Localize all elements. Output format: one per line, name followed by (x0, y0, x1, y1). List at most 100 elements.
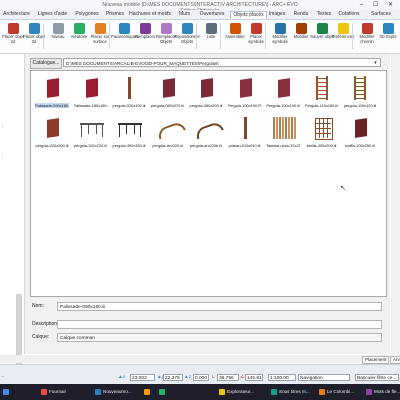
description-field[interactable] (57, 320, 382, 329)
catalog-item[interactable]: Palissade-090x180.iii (35, 75, 69, 113)
length-field[interactable]: 36.756 (217, 374, 239, 381)
catalog-item[interactable]: pergola-220x200.iii (35, 115, 69, 153)
catalog-item[interactable]: pergola-020x190.iii (112, 75, 146, 113)
catalog-thumbnail (268, 75, 298, 103)
catalog-item[interactable]: Pergola-110x190.iii (305, 75, 339, 113)
tab-hachures-et-motifs[interactable]: Hachures et motifs (127, 11, 173, 18)
tab-architecture[interactable]: Architecture (0, 11, 33, 18)
thumbnail-shape (354, 86, 366, 87)
taskbar-app-button[interactable]: Le Colombi... (318, 386, 363, 398)
catalog-path-select[interactable]: D:\MES DOCUMENTS\ARCALIB-EVO\3D-POUR_MAQ… (63, 58, 381, 67)
catalog-item-label: pergola-110x120.iii (343, 103, 377, 108)
thumbnail-shape (162, 78, 175, 98)
catalog-item[interactable]: pergola-050x070.iii (151, 75, 185, 113)
catalog-item[interactable]: pergola-arc020b.iii (189, 115, 224, 153)
catalog-item-label: Palissade-090x180.iii (35, 103, 69, 108)
left-panel-marker: : (2, 154, 4, 160)
name-field[interactable]: Palissade-090x180.iii (57, 302, 382, 311)
catalog-button[interactable]: Catalogue... (30, 58, 62, 69)
tab-prismes[interactable]: Prismes (104, 11, 126, 18)
thumbnail-shape (101, 125, 103, 137)
window-controls[interactable]: – ☐ ✕ (360, 1, 397, 8)
ribbon-button-label: 3D Explo (379, 34, 397, 39)
catalog-thumbnail (307, 115, 337, 143)
thumbnail-shape (276, 117, 278, 139)
app-icon (271, 389, 277, 395)
taskbar-app-button[interactable]: Sous titres m... (270, 386, 316, 398)
taskbar-app-button[interactable]: Mots de fle... (365, 386, 400, 398)
thumbnail-shape (126, 125, 127, 134)
place-button[interactable]: Placement (362, 356, 390, 364)
taskbar-app-button[interactable]: Nouveaumo... (94, 386, 140, 398)
reposition-icon (181, 23, 193, 34)
app-icon (319, 389, 325, 395)
app-icon (159, 389, 165, 395)
catalog-item[interactable]: Pergola-100x190-P.iii (228, 75, 262, 113)
mode-select[interactable]: Navigation (298, 374, 350, 381)
random-icon (73, 23, 85, 34)
catalog-thumbnail (76, 115, 106, 143)
taskbar-app-label: Mots de fle... (374, 389, 400, 394)
catalog-item-label: poteau-010x010.iii (228, 143, 261, 148)
catalog-path-text: D:\MES DOCUMENTS\ARCALIB-EVO\3D-POUR_MAQ… (66, 61, 219, 66)
taskbar-app-button[interactable]: Explorateur... (218, 386, 266, 398)
thumbnail-shape (194, 120, 224, 140)
thumbnail-shape (95, 125, 97, 134)
replace-objects-icon (160, 23, 172, 34)
catalog-item-label: Palissade-180x180.iii (73, 103, 108, 108)
tab-images[interactable]: Images (266, 11, 288, 18)
name-label: Nom: (32, 303, 44, 309)
explore-3d-button[interactable]: 3D Explo (375, 22, 400, 50)
catalog-item[interactable]: Pergola-100x190.iii (266, 75, 300, 113)
right-panel-strip (391, 54, 400, 354)
taskbar-app-button[interactable]: Fournail (40, 386, 90, 398)
furniture-icon (295, 23, 307, 34)
thumbnail-shape (315, 90, 328, 91)
catalog-item[interactable]: pergola-320x720.iii (74, 115, 108, 153)
catalog-item[interactable]: pergola-400x330.iii (112, 115, 146, 153)
tab-textes[interactable]: Textes (314, 11, 334, 18)
dialog-button-bar: Placement Annuler (0, 355, 400, 364)
tab-rendu[interactable]: Rendu (290, 11, 312, 18)
catalog-thumbnail-grid: Palissade-090x180.iii Palissade-180x180.i… (30, 70, 387, 297)
catalog-item[interactable]: pergola-110x120.iii (343, 75, 377, 113)
catalog-item[interactable]: treillis-200x250.iii (343, 115, 377, 153)
catalog-item[interactable]: poteau-010x010.iii (228, 115, 262, 153)
windows-start-icon[interactable] (2, 386, 12, 398)
filter-select[interactable]: Basculer filtre ce... (355, 374, 399, 381)
ribbon-separator (43, 23, 44, 49)
cancel-button[interactable]: Annuler (390, 356, 400, 364)
name-row: Nom: Palissade-090x180.iii (30, 302, 385, 311)
catalog-item[interactable]: Palissade-180x180.iii (74, 75, 108, 113)
taskbar-app-button[interactable] (158, 386, 171, 398)
layer-row: Calque: Calque commun (30, 333, 385, 342)
ribbon-separator (109, 23, 110, 49)
catalog-item[interactable]: pergola-080x200.iii (189, 75, 223, 113)
tab-ouvertures[interactable]: Ouvertures (196, 11, 228, 18)
tab-objets-plac-s[interactable]: Objets placés (230, 11, 267, 19)
taskbar-app-button[interactable] (143, 386, 156, 398)
ribbon-separator (220, 23, 221, 49)
catalog-item[interactable]: treillis-200x200.iii (305, 115, 339, 153)
delta-x-field[interactable]: 23.003 (130, 374, 155, 381)
taskbar-app-label: Explorateur... (227, 389, 255, 394)
tab-cotations[interactable]: Cotations (336, 11, 362, 18)
tab-lignes-d-aide[interactable]: Lignes d'aide (35, 11, 70, 18)
list-icon (205, 23, 217, 34)
catalog-item-label: Pergola-110x190.iii (304, 103, 339, 108)
title-bar: Nouveau modèle [D:\MES DOCUMENTS\INTERAC… (0, 0, 400, 14)
angle-field[interactable]: 145.91 (245, 374, 263, 381)
delta-z-field[interactable]: 0.000 (193, 374, 209, 381)
catalog-thumbnail (230, 75, 260, 103)
catalog-item[interactable]: Tasseau-bois-37x2T5... (266, 115, 300, 153)
tab-murs[interactable]: Murs (175, 11, 194, 18)
tab-polygones[interactable]: Polygones (72, 11, 102, 18)
catalog-item[interactable]: pergola-Arc020.iii (151, 115, 186, 153)
tab-surfaces[interactable]: Surfaces (364, 11, 398, 18)
delta-y-field[interactable]: 22.378 (163, 374, 183, 381)
thumbnail-shape (201, 78, 213, 98)
scale-select[interactable]: 1:100.00 (268, 374, 296, 381)
layer-field[interactable]: Calque commun (57, 333, 382, 342)
chevron-down-icon[interactable]: ▾ (372, 59, 379, 66)
save-object-icon (316, 23, 328, 34)
